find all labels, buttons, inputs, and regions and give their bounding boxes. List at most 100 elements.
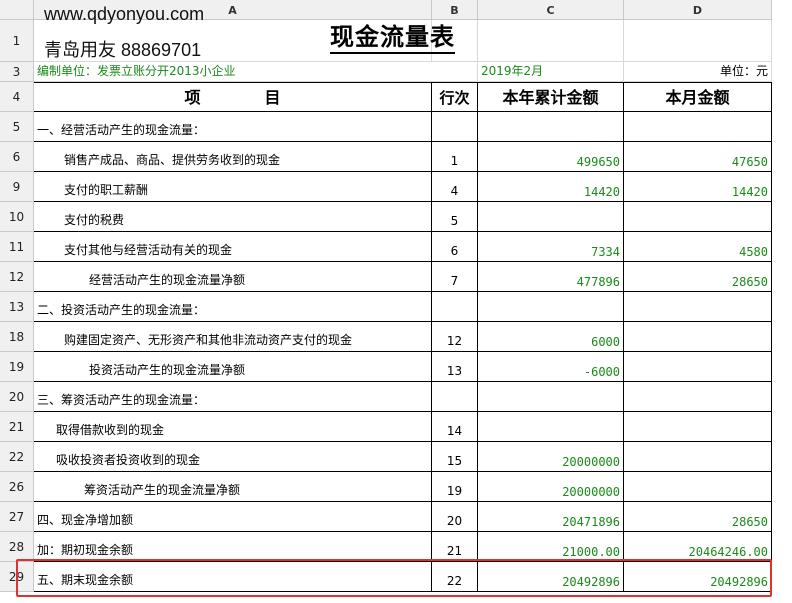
month-cell[interactable] bbox=[624, 442, 772, 472]
line-cell[interactable]: 14 bbox=[432, 412, 478, 442]
line-cell[interactable] bbox=[432, 292, 478, 322]
month-cell[interactable]: 14420 bbox=[624, 172, 772, 202]
ytd-cell[interactable]: 477896 bbox=[478, 262, 624, 292]
item-cell[interactable]: 支付其他与经营活动有关的现金 bbox=[34, 232, 432, 262]
month-cell[interactable] bbox=[624, 352, 772, 382]
row-header[interactable]: 3 bbox=[0, 62, 34, 82]
month-cell[interactable] bbox=[624, 412, 772, 442]
row-header[interactable]: 19 bbox=[0, 352, 34, 382]
column-header-c[interactable]: C bbox=[478, 0, 624, 20]
ytd-cell[interactable] bbox=[478, 382, 624, 412]
ytd-cell[interactable] bbox=[478, 412, 624, 442]
item-cell[interactable]: 支付的职工薪酬 bbox=[34, 172, 432, 202]
ytd-cell[interactable]: -6000 bbox=[478, 352, 624, 382]
month-cell[interactable]: 20464246.00 bbox=[624, 532, 772, 562]
line-cell[interactable]: 5 bbox=[432, 202, 478, 232]
item-cell[interactable]: 销售产成品、商品、提供劳务收到的现金 bbox=[34, 142, 432, 172]
row-header[interactable]: 5 bbox=[0, 112, 34, 142]
row-header[interactable]: 18 bbox=[0, 322, 34, 352]
ytd-cell[interactable]: 20000000 bbox=[478, 472, 624, 502]
line-cell[interactable] bbox=[432, 112, 478, 142]
company-cell[interactable]: 编制单位：发票立账分开2013小企业 bbox=[34, 62, 478, 82]
item-cell[interactable]: 加：期初现金余额 bbox=[34, 532, 432, 562]
line-number: 4 bbox=[450, 184, 459, 198]
row-header[interactable]: 13 bbox=[0, 292, 34, 322]
row-header[interactable]: 26 bbox=[0, 472, 34, 502]
row-header[interactable]: 20 bbox=[0, 382, 34, 412]
line-cell[interactable]: 4 bbox=[432, 172, 478, 202]
item-cell[interactable]: 三、筹资活动产生的现金流量： bbox=[34, 382, 432, 412]
month-amount: 28650 bbox=[731, 515, 768, 529]
highlight-box bbox=[16, 559, 772, 597]
row-header[interactable]: 11 bbox=[0, 232, 34, 262]
header-line-cell[interactable]: 行次 bbox=[432, 82, 478, 112]
header-ytd-cell[interactable]: 本年累计金额 bbox=[478, 82, 624, 112]
company-label: 编制单位：发票立账分开2013小企业 bbox=[37, 64, 236, 78]
item-label: 四、现金净增加额 bbox=[37, 513, 134, 527]
row-header[interactable]: 27 bbox=[0, 502, 34, 532]
month-cell[interactable]: 47650 bbox=[624, 142, 772, 172]
ytd-cell[interactable]: 14420 bbox=[478, 172, 624, 202]
item-cell[interactable]: 支付的税费 bbox=[34, 202, 432, 232]
row-header[interactable]: 4 bbox=[0, 82, 34, 112]
line-cell[interactable] bbox=[432, 382, 478, 412]
ytd-cell[interactable] bbox=[478, 292, 624, 322]
line-cell[interactable]: 12 bbox=[432, 322, 478, 352]
row-header[interactable]: 28 bbox=[0, 532, 34, 562]
month-cell[interactable]: 28650 bbox=[624, 262, 772, 292]
row-header[interactable]: 1 bbox=[0, 20, 34, 62]
item-cell[interactable]: 一、经营活动产生的现金流量： bbox=[34, 112, 432, 142]
line-cell[interactable]: 1 bbox=[432, 142, 478, 172]
cell[interactable] bbox=[624, 20, 772, 62]
row-header[interactable]: 21 bbox=[0, 412, 34, 442]
item-cell[interactable]: 二、投资活动产生的现金流量： bbox=[34, 292, 432, 322]
header-month-cell[interactable]: 本月金额 bbox=[624, 82, 772, 112]
row-header[interactable]: 12 bbox=[0, 262, 34, 292]
line-cell[interactable]: 21 bbox=[432, 532, 478, 562]
item-cell[interactable]: 投资活动产生的现金流量净额 bbox=[34, 352, 432, 382]
month-cell[interactable]: 4580 bbox=[624, 232, 772, 262]
column-header-d[interactable]: D bbox=[624, 0, 772, 20]
item-cell[interactable]: 筹资活动产生的现金流量净额 bbox=[34, 472, 432, 502]
ytd-cell[interactable]: 20471896 bbox=[478, 502, 624, 532]
column-header-b[interactable]: B bbox=[432, 0, 478, 20]
item-cell[interactable]: 吸收投资者投资收到的现金 bbox=[34, 442, 432, 472]
item-cell[interactable]: 经营活动产生的现金流量净额 bbox=[34, 262, 432, 292]
ytd-cell[interactable]: 21000.00 bbox=[478, 532, 624, 562]
month-cell[interactable] bbox=[624, 112, 772, 142]
unit-label: 单位：元 bbox=[719, 64, 768, 78]
month-cell[interactable] bbox=[624, 202, 772, 232]
item-label: 取得借款收到的现金 bbox=[56, 423, 165, 437]
line-cell[interactable]: 20 bbox=[432, 502, 478, 532]
ytd-cell[interactable] bbox=[478, 202, 624, 232]
ytd-cell[interactable] bbox=[478, 112, 624, 142]
month-cell[interactable] bbox=[624, 292, 772, 322]
item-cell[interactable]: 购建固定资产、无形资产和其他非流动资产支付的现金 bbox=[34, 322, 432, 352]
month-cell[interactable] bbox=[624, 382, 772, 412]
line-cell[interactable]: 7 bbox=[432, 262, 478, 292]
ytd-cell[interactable]: 20000000 bbox=[478, 442, 624, 472]
header-item-cell[interactable]: 项 目 bbox=[34, 82, 432, 112]
ytd-amount: 20000000 bbox=[562, 455, 620, 469]
ytd-cell[interactable]: 7334 bbox=[478, 232, 624, 262]
row-header[interactable]: 22 bbox=[0, 442, 34, 472]
cell[interactable] bbox=[478, 20, 624, 62]
line-cell[interactable]: 19 bbox=[432, 472, 478, 502]
line-cell[interactable]: 6 bbox=[432, 232, 478, 262]
month-cell[interactable] bbox=[624, 322, 772, 352]
line-cell[interactable]: 13 bbox=[432, 352, 478, 382]
unit-cell[interactable]: 单位：元 bbox=[624, 62, 772, 82]
period-cell[interactable]: 2019年2月 bbox=[478, 62, 624, 82]
select-all-corner[interactable] bbox=[0, 0, 34, 20]
ytd-cell[interactable]: 499650 bbox=[478, 142, 624, 172]
line-cell[interactable]: 15 bbox=[432, 442, 478, 472]
month-cell[interactable] bbox=[624, 472, 772, 502]
row-header[interactable]: 6 bbox=[0, 142, 34, 172]
line-number: 19 bbox=[446, 484, 463, 498]
row-header[interactable]: 10 bbox=[0, 202, 34, 232]
month-cell[interactable]: 28650 bbox=[624, 502, 772, 532]
ytd-cell[interactable]: 6000 bbox=[478, 322, 624, 352]
item-cell[interactable]: 取得借款收到的现金 bbox=[34, 412, 432, 442]
item-cell[interactable]: 四、现金净增加额 bbox=[34, 502, 432, 532]
row-header[interactable]: 9 bbox=[0, 172, 34, 202]
